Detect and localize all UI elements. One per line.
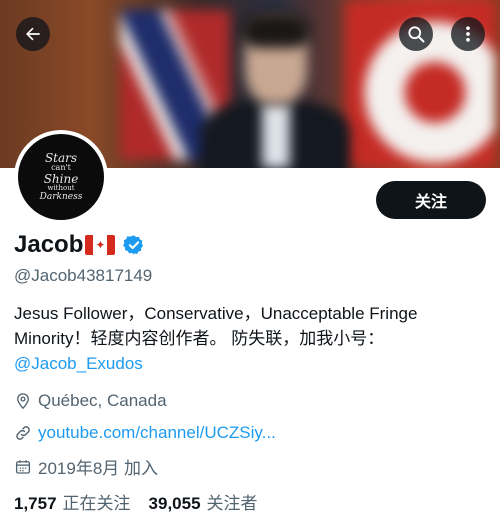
profile-avatar[interactable]: Stars can't Shine without Darkness bbox=[14, 130, 108, 224]
avatar-image-text: Stars can't Shine without Darkness bbox=[18, 134, 104, 220]
display-name: Jacob bbox=[14, 231, 84, 258]
follow-button[interactable]: 关注 bbox=[376, 181, 486, 219]
canada-flag-icon: ✦ bbox=[85, 235, 116, 255]
location-pin-icon bbox=[17, 393, 29, 410]
following-count: 1,757 bbox=[14, 494, 57, 513]
banner-person-shirt bbox=[262, 104, 290, 168]
more-vertical-icon bbox=[466, 26, 470, 42]
profile-website[interactable]: youtube.com/channel/UCZSiy... bbox=[14, 423, 276, 443]
link-icon bbox=[16, 426, 30, 440]
profile-join-date: 2019年8月 加入 bbox=[14, 454, 158, 479]
banner-person-hair bbox=[242, 12, 310, 48]
profile-bio: Jesus Follower，Conservative，Unacceptable… bbox=[14, 301, 484, 376]
follow-stats: 1,757 正在关注 39,055 关注者 bbox=[14, 489, 258, 514]
back-button[interactable] bbox=[16, 17, 50, 51]
following-label: 正在关注 bbox=[62, 494, 131, 513]
avatar-text-line: Darkness bbox=[39, 191, 83, 202]
location-text: Québec, Canada bbox=[38, 391, 167, 410]
search-button[interactable] bbox=[399, 17, 433, 51]
calendar-icon bbox=[15, 459, 31, 474]
followers-label: 关注者 bbox=[206, 494, 258, 513]
profile-location: Québec, Canada bbox=[14, 391, 167, 411]
more-options-button[interactable] bbox=[451, 17, 485, 51]
verified-badge-icon[interactable] bbox=[123, 234, 145, 256]
search-icon bbox=[408, 26, 425, 43]
arrow-left-icon bbox=[26, 27, 40, 41]
bio-line: Minority！轻度内容创作者。 防失联，加我小号： bbox=[14, 329, 385, 348]
followers-stat[interactable]: 39,055 关注者 bbox=[149, 489, 258, 514]
user-handle: @Jacob43817149 bbox=[14, 266, 153, 285]
following-stat[interactable]: 1,757 正在关注 bbox=[14, 489, 131, 514]
join-date-text: 2019年8月 加入 bbox=[38, 459, 158, 478]
bio-mention-link[interactable]: @Jacob_Exudos bbox=[14, 351, 484, 376]
website-link[interactable]: youtube.com/channel/UCZSiy... bbox=[38, 423, 276, 443]
name-row: Jacob ✦ bbox=[14, 228, 145, 262]
bio-line: Jesus Follower，Conservative，Unacceptable… bbox=[14, 304, 418, 323]
followers-count: 39,055 bbox=[148, 494, 201, 513]
